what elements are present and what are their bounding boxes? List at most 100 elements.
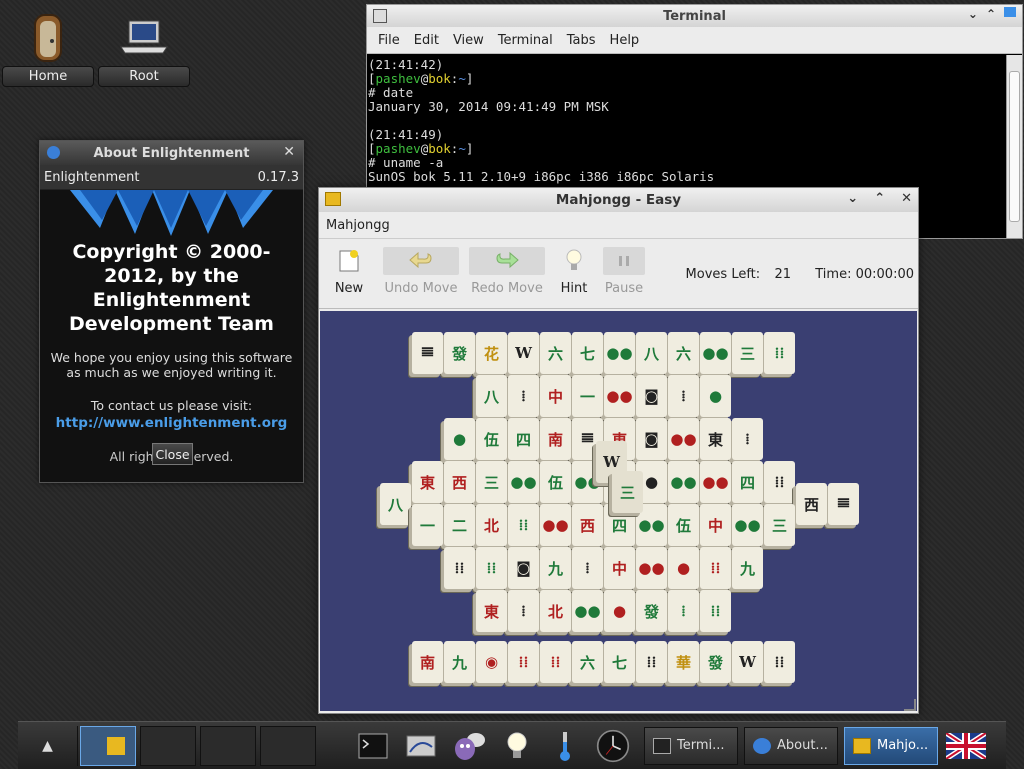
mahjong-tile[interactable]: 六 bbox=[540, 332, 571, 374]
mahjong-tile[interactable]: 花 bbox=[476, 332, 507, 374]
mahjong-tile[interactable]: ⁞⁞ bbox=[476, 547, 507, 589]
desktop-icon-root[interactable]: Root bbox=[98, 8, 190, 87]
mahjong-tile[interactable]: 一 bbox=[572, 375, 603, 417]
menu-file[interactable]: File bbox=[371, 33, 407, 48]
mahjong-tile[interactable]: ◙ bbox=[636, 375, 667, 417]
mahjong-tile[interactable]: 八 bbox=[476, 375, 507, 417]
hint-button[interactable]: Hint bbox=[549, 247, 599, 296]
mahjong-tile[interactable]: ⁞ bbox=[572, 547, 603, 589]
mahjong-tile[interactable]: ● bbox=[444, 418, 475, 460]
image-viewer-launcher-icon[interactable] bbox=[404, 729, 438, 763]
resize-grip[interactable] bbox=[904, 699, 916, 711]
mahjong-tile[interactable]: 華 bbox=[668, 641, 699, 683]
menu-terminal[interactable]: Terminal bbox=[491, 33, 560, 48]
pager-desk-4[interactable] bbox=[260, 725, 316, 766]
mahjong-tile[interactable]: 伍 bbox=[540, 461, 571, 503]
mahjong-tile[interactable]: ●● bbox=[732, 504, 763, 546]
mahjong-tile[interactable]: 𝍣 bbox=[828, 483, 859, 525]
mahjong-tile[interactable]: 發 bbox=[700, 641, 731, 683]
pager-desk-2[interactable] bbox=[140, 725, 196, 766]
close-icon[interactable] bbox=[1004, 7, 1016, 17]
mahjong-tile[interactable]: 中 bbox=[540, 375, 571, 417]
close-button[interactable]: Close bbox=[152, 443, 193, 465]
mahjong-tile[interactable]: 𝍣 bbox=[412, 332, 443, 374]
mahjong-tile[interactable]: ● bbox=[604, 590, 635, 632]
redo-move-button[interactable]: Redo Move bbox=[469, 247, 545, 296]
mahjong-tile[interactable]: 南 bbox=[412, 641, 443, 683]
keyboard-layout-flag-icon[interactable] bbox=[944, 730, 988, 761]
mahjong-tile[interactable]: ● bbox=[700, 375, 731, 417]
mahjong-tile[interactable]: ⁞⁞ bbox=[508, 504, 539, 546]
mahjong-tile[interactable]: 西 bbox=[444, 461, 475, 503]
mahjong-tile[interactable]: ●● bbox=[700, 461, 731, 503]
menu-view[interactable]: View bbox=[446, 33, 491, 48]
pager-desk-3[interactable] bbox=[200, 725, 256, 766]
menu-edit[interactable]: Edit bbox=[407, 33, 446, 48]
task-terminal[interactable]: Termi... bbox=[644, 726, 738, 765]
menu-help[interactable]: Help bbox=[603, 33, 647, 48]
pause-button[interactable]: Pause bbox=[603, 247, 645, 296]
mahjong-tile[interactable]: ●● bbox=[604, 375, 635, 417]
mahjong-tile[interactable]: 八 bbox=[636, 332, 667, 374]
mahjongg-board[interactable]: 𝍣 發花 W 六七 ●● 八六 ●● 三 ⁞⁞ 八 ⁞ 中一 ●● ◙ ⁞ ● ● 伍四南 𝍣 東 ◙ ●● 東 ⁞ 東西三 ●●… bbox=[320, 311, 917, 711]
mahjong-tile[interactable]: 中 bbox=[604, 547, 635, 589]
mahjong-tile[interactable]: ⁞ bbox=[508, 375, 539, 417]
new-button[interactable]: New bbox=[311, 247, 387, 296]
mahjong-tile[interactable]: ● bbox=[668, 547, 699, 589]
mahjong-tile[interactable]: 九 bbox=[732, 547, 763, 589]
desktop-icon-home[interactable]: Home bbox=[2, 8, 94, 87]
mahjong-tile[interactable]: 三 bbox=[476, 461, 507, 503]
lightbulb-launcher-icon[interactable] bbox=[500, 729, 534, 763]
mahjong-tile[interactable]: W bbox=[508, 332, 539, 374]
mahjong-tile[interactable]: ●● bbox=[572, 590, 603, 632]
mahjong-tile[interactable]: ◙ bbox=[636, 418, 667, 460]
mahjong-tile[interactable]: 西 bbox=[796, 483, 827, 525]
mahjong-tile[interactable]: ⁞⁞ bbox=[764, 332, 795, 374]
mahjong-tile[interactable]: ●● bbox=[508, 461, 539, 503]
mahjong-tile[interactable]: 北 bbox=[476, 504, 507, 546]
mahjong-tile[interactable]: ●● bbox=[668, 418, 699, 460]
mahjong-tile[interactable]: ◙ bbox=[508, 547, 539, 589]
about-window[interactable]: About Enlightenment ✕ Enlightenment 0.17… bbox=[39, 140, 304, 483]
mahjong-tile[interactable]: 七 bbox=[604, 641, 635, 683]
maximize-icon[interactable]: ⌃ bbox=[986, 7, 996, 21]
mahjong-tile[interactable]: 西 bbox=[572, 504, 603, 546]
about-titlebar[interactable]: About Enlightenment ✕ bbox=[40, 141, 303, 165]
mahjong-tile[interactable]: 發 bbox=[636, 590, 667, 632]
mahjong-tile[interactable]: ◉ bbox=[476, 641, 507, 683]
mahjong-tile[interactable]: ⁞⁞ bbox=[540, 641, 571, 683]
mahjong-tile[interactable]: 發 bbox=[444, 332, 475, 374]
pidgin-launcher-icon[interactable] bbox=[452, 729, 486, 763]
start-menu-button[interactable]: ▲ bbox=[18, 725, 78, 766]
pager-desk-1[interactable] bbox=[80, 725, 136, 766]
mahjong-tile[interactable]: 六 bbox=[668, 332, 699, 374]
mahjong-tile[interactable]: 四 bbox=[508, 418, 539, 460]
mahjong-tile[interactable]: 二 bbox=[444, 504, 475, 546]
mahjong-tile[interactable]: 九 bbox=[444, 641, 475, 683]
scrollbar-thumb[interactable] bbox=[1009, 71, 1020, 222]
mahjong-tile[interactable]: ⁞⁞ bbox=[700, 590, 731, 632]
mahjong-tile[interactable]: 伍 bbox=[668, 504, 699, 546]
mahjong-tile[interactable]: 東 bbox=[476, 590, 507, 632]
mahjong-tile[interactable]: ⁞ bbox=[668, 375, 699, 417]
menu-tabs[interactable]: Tabs bbox=[560, 33, 603, 48]
terminal-launcher-icon[interactable] bbox=[356, 729, 390, 763]
mahjong-tile[interactable]: 伍 bbox=[476, 418, 507, 460]
close-icon[interactable]: ✕ bbox=[283, 144, 295, 160]
mahjong-tile[interactable]: ●● bbox=[604, 332, 635, 374]
mahjong-tile[interactable]: ●● bbox=[668, 461, 699, 503]
mahjong-tile[interactable]: 九 bbox=[540, 547, 571, 589]
mahjongg-titlebar[interactable]: Mahjongg - Easy ⌄ ⌃ ✕ bbox=[319, 188, 918, 212]
terminal-scrollbar[interactable] bbox=[1006, 55, 1022, 238]
mahjong-tile[interactable]: 六 bbox=[572, 641, 603, 683]
mahjong-tile[interactable]: ●● bbox=[700, 332, 731, 374]
minimize-icon[interactable]: ⌄ bbox=[968, 7, 978, 21]
mahjong-tile[interactable]: 南 bbox=[540, 418, 571, 460]
terminal-titlebar[interactable]: Terminal ⌄ ⌃ bbox=[367, 5, 1022, 27]
mahjong-tile[interactable]: 七 bbox=[572, 332, 603, 374]
menu-mahjongg[interactable]: Mahjongg bbox=[326, 218, 390, 233]
mahjong-tile[interactable]: ⁞⁞ bbox=[508, 641, 539, 683]
mahjongg-window[interactable]: Mahjongg - Easy ⌄ ⌃ ✕ Mahjongg New Undo … bbox=[318, 187, 919, 714]
close-icon[interactable]: ✕ bbox=[901, 191, 912, 206]
mahjong-tile[interactable]: ⁞⁞ bbox=[444, 547, 475, 589]
